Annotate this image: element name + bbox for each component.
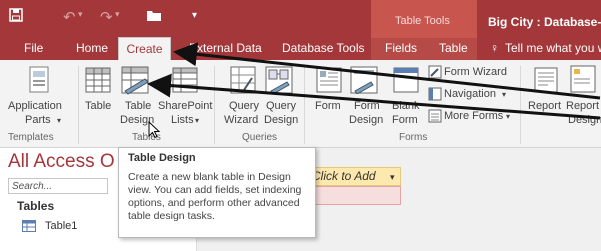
arrow-to-table-design — [147, 73, 601, 120]
mouse-cursor-icon — [148, 120, 161, 144]
annotation-arrows — [147, 42, 601, 120]
